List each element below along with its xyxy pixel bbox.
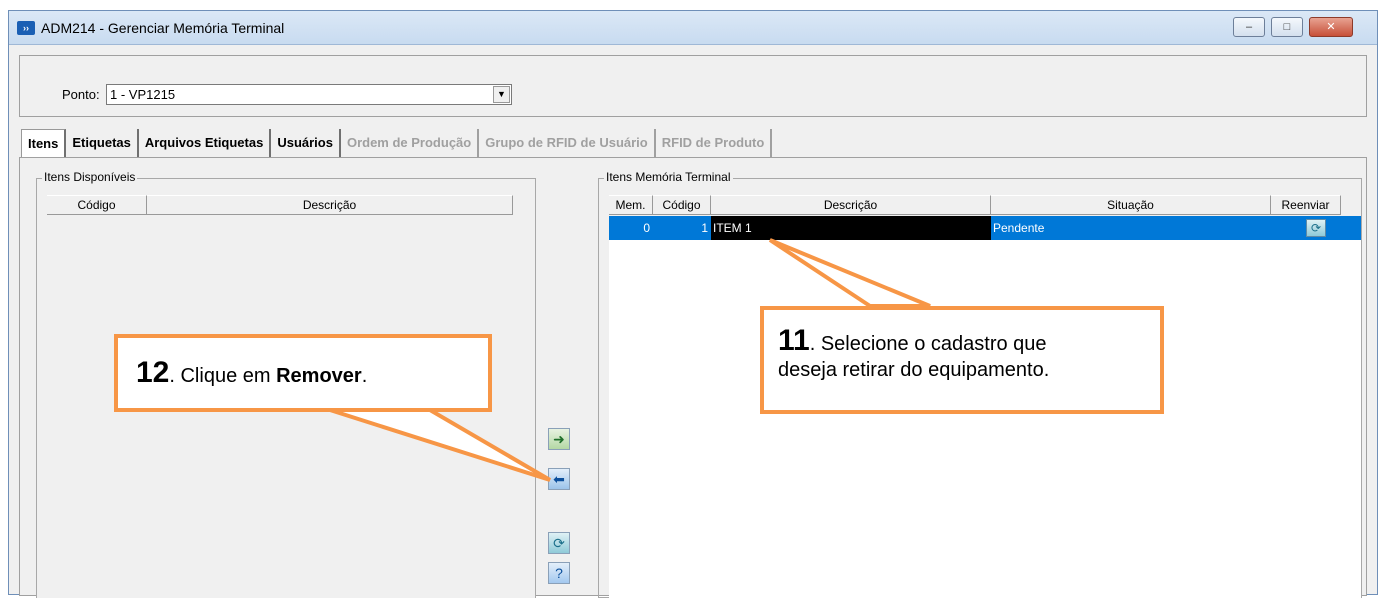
callout-12: 12. Clique em Remover. — [114, 334, 492, 412]
callout-12-text: 12. Clique em Remover. — [136, 358, 368, 389]
callout-11-pointer — [768, 238, 931, 308]
callout-11-text: 11. Selecione o cadastro que deseja reti… — [778, 326, 1050, 383]
callout-12-after: . — [361, 365, 368, 387]
callout-11: 11. Selecione o cadastro que deseja reti… — [760, 306, 1164, 414]
callout-12-pointer — [329, 408, 552, 482]
callout-11-line2: deseja retirar do equipamento. — [778, 359, 1050, 381]
callout-12-number: 12 — [136, 356, 170, 389]
callout-11-line1: . Selecione o cadastro que — [809, 333, 1047, 355]
callout-11-number: 11 — [778, 324, 810, 357]
callout-12-bold: Remover — [276, 365, 362, 387]
callout-12-before: . Clique em — [169, 365, 277, 387]
callout-arrows — [329, 238, 931, 482]
